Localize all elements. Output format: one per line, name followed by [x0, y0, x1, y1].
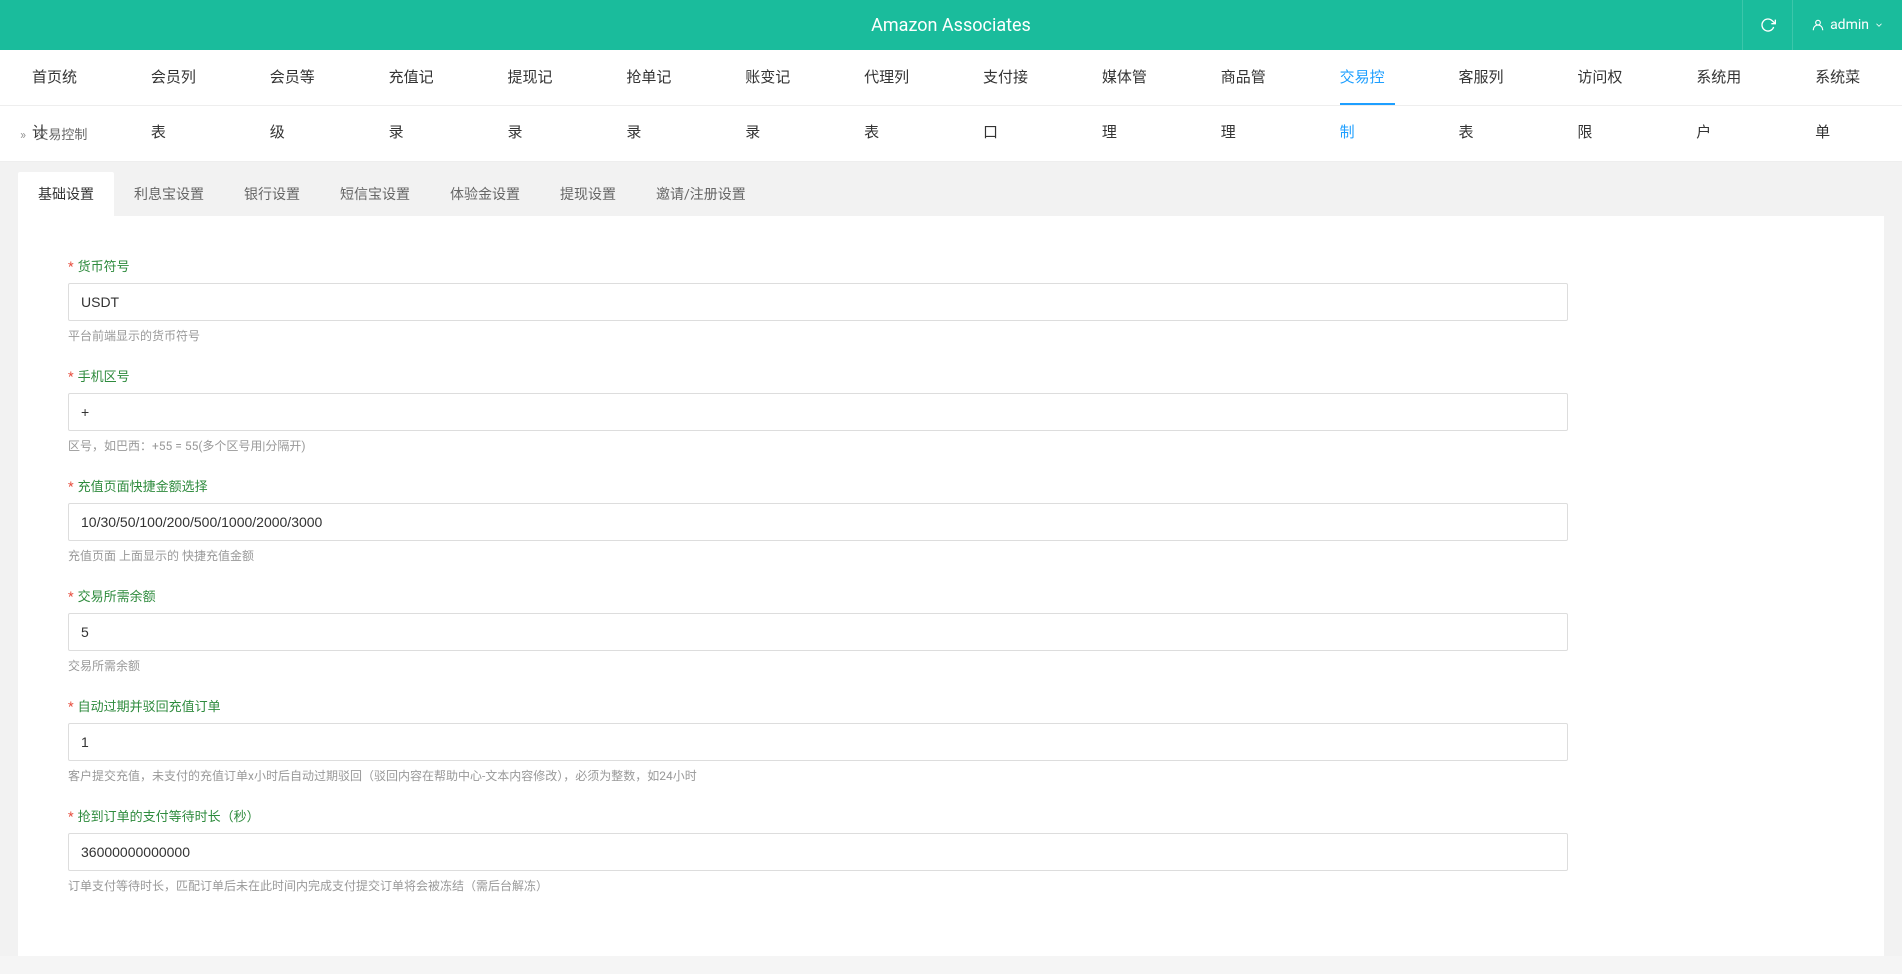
tab-1[interactable]: 利息宝设置 [114, 172, 224, 216]
breadcrumb: » 交易控制 [0, 106, 1902, 162]
nav-item-3[interactable]: 充值记录 [357, 50, 476, 105]
breadcrumb-sep: » [20, 128, 26, 143]
hint-trade-balance: 交易所需余额 [68, 657, 1568, 674]
user-menu[interactable]: admin [1792, 0, 1902, 50]
header-actions: admin [1742, 0, 1902, 50]
label-pay-wait: *抢到订单的支付等待时长（秒） [68, 806, 1568, 825]
field-auto-expire: *自动过期并驳回充值订单 客户提交充值，未支付的充值订单x小时后自动过期驳回（驳… [68, 696, 1568, 784]
label-currency: *货币符号 [68, 256, 1568, 275]
tab-6[interactable]: 邀请/注册设置 [636, 172, 766, 216]
nav-item-14[interactable]: 系统用户 [1664, 50, 1783, 105]
refresh-icon [1760, 17, 1776, 33]
input-auto-expire[interactable] [68, 723, 1568, 761]
refresh-button[interactable] [1742, 0, 1792, 50]
nav-item-11[interactable]: 交易控制 [1308, 50, 1427, 105]
input-quick-amounts[interactable] [68, 503, 1568, 541]
tab-0[interactable]: 基础设置 [18, 172, 114, 216]
field-quick-amounts: *充值页面快捷金额选择 充值页面 上面显示的 快捷充值金额 [68, 476, 1568, 564]
nav-item-1[interactable]: 会员列表 [119, 50, 238, 105]
chevron-down-icon [1874, 20, 1884, 30]
input-phone-prefix[interactable] [68, 393, 1568, 431]
hint-currency: 平台前端显示的货币符号 [68, 327, 1568, 344]
label-auto-expire: *自动过期并驳回充值订单 [68, 696, 1568, 715]
tabs: 基础设置利息宝设置银行设置短信宝设置体验金设置提现设置邀请/注册设置 [0, 162, 1902, 216]
content: 基础设置利息宝设置银行设置短信宝设置体验金设置提现设置邀请/注册设置 *货币符号… [0, 162, 1902, 956]
field-pay-wait: *抢到订单的支付等待时长（秒） 订单支付等待时长，匹配订单后未在此时间内完成支付… [68, 806, 1568, 894]
nav-item-5[interactable]: 抢单记录 [594, 50, 713, 105]
tab-5[interactable]: 提现设置 [540, 172, 636, 216]
hint-quick-amounts: 充值页面 上面显示的 快捷充值金额 [68, 547, 1568, 564]
field-currency: *货币符号 平台前端显示的货币符号 [68, 256, 1568, 344]
input-pay-wait[interactable] [68, 833, 1568, 871]
main-nav: 首页统计会员列表会员等级充值记录提现记录抢单记录账变记录代理列表支付接口媒体管理… [0, 50, 1902, 106]
tab-4[interactable]: 体验金设置 [430, 172, 540, 216]
nav-item-7[interactable]: 代理列表 [832, 50, 951, 105]
nav-item-0[interactable]: 首页统计 [0, 50, 119, 105]
input-currency[interactable] [68, 283, 1568, 321]
nav-item-4[interactable]: 提现记录 [476, 50, 595, 105]
label-quick-amounts: *充值页面快捷金额选择 [68, 476, 1568, 495]
hint-auto-expire: 客户提交充值，未支付的充值订单x小时后自动过期驳回（驳回内容在帮助中心-文本内容… [68, 767, 1568, 784]
field-phone-prefix: *手机区号 区号，如巴西：+55 = 55(多个区号用|分隔开) [68, 366, 1568, 454]
tab-3[interactable]: 短信宝设置 [320, 172, 430, 216]
header: Amazon Associates admin [0, 0, 1902, 50]
nav-item-9[interactable]: 媒体管理 [1070, 50, 1189, 105]
user-icon [1811, 18, 1825, 32]
nav-item-6[interactable]: 账变记录 [713, 50, 832, 105]
field-trade-balance: *交易所需余额 交易所需余额 [68, 586, 1568, 674]
nav-item-15[interactable]: 系统菜单 [1783, 50, 1902, 105]
nav-item-2[interactable]: 会员等级 [238, 50, 357, 105]
input-trade-balance[interactable] [68, 613, 1568, 651]
nav-item-13[interactable]: 访问权限 [1545, 50, 1664, 105]
hint-pay-wait: 订单支付等待时长，匹配订单后未在此时间内完成支付提交订单将会被冻结（需后台解冻） [68, 877, 1568, 894]
nav-item-12[interactable]: 客服列表 [1427, 50, 1546, 105]
form-panel: *货币符号 平台前端显示的货币符号 *手机区号 区号，如巴西：+55 = 55(… [18, 216, 1884, 956]
tab-2[interactable]: 银行设置 [224, 172, 320, 216]
app-title: Amazon Associates [0, 15, 1902, 36]
nav-item-8[interactable]: 支付接口 [951, 50, 1070, 105]
label-trade-balance: *交易所需余额 [68, 586, 1568, 605]
hint-phone-prefix: 区号，如巴西：+55 = 55(多个区号用|分隔开) [68, 437, 1568, 454]
user-name: admin [1830, 17, 1869, 33]
label-phone-prefix: *手机区号 [68, 366, 1568, 385]
nav-item-10[interactable]: 商品管理 [1189, 50, 1308, 105]
